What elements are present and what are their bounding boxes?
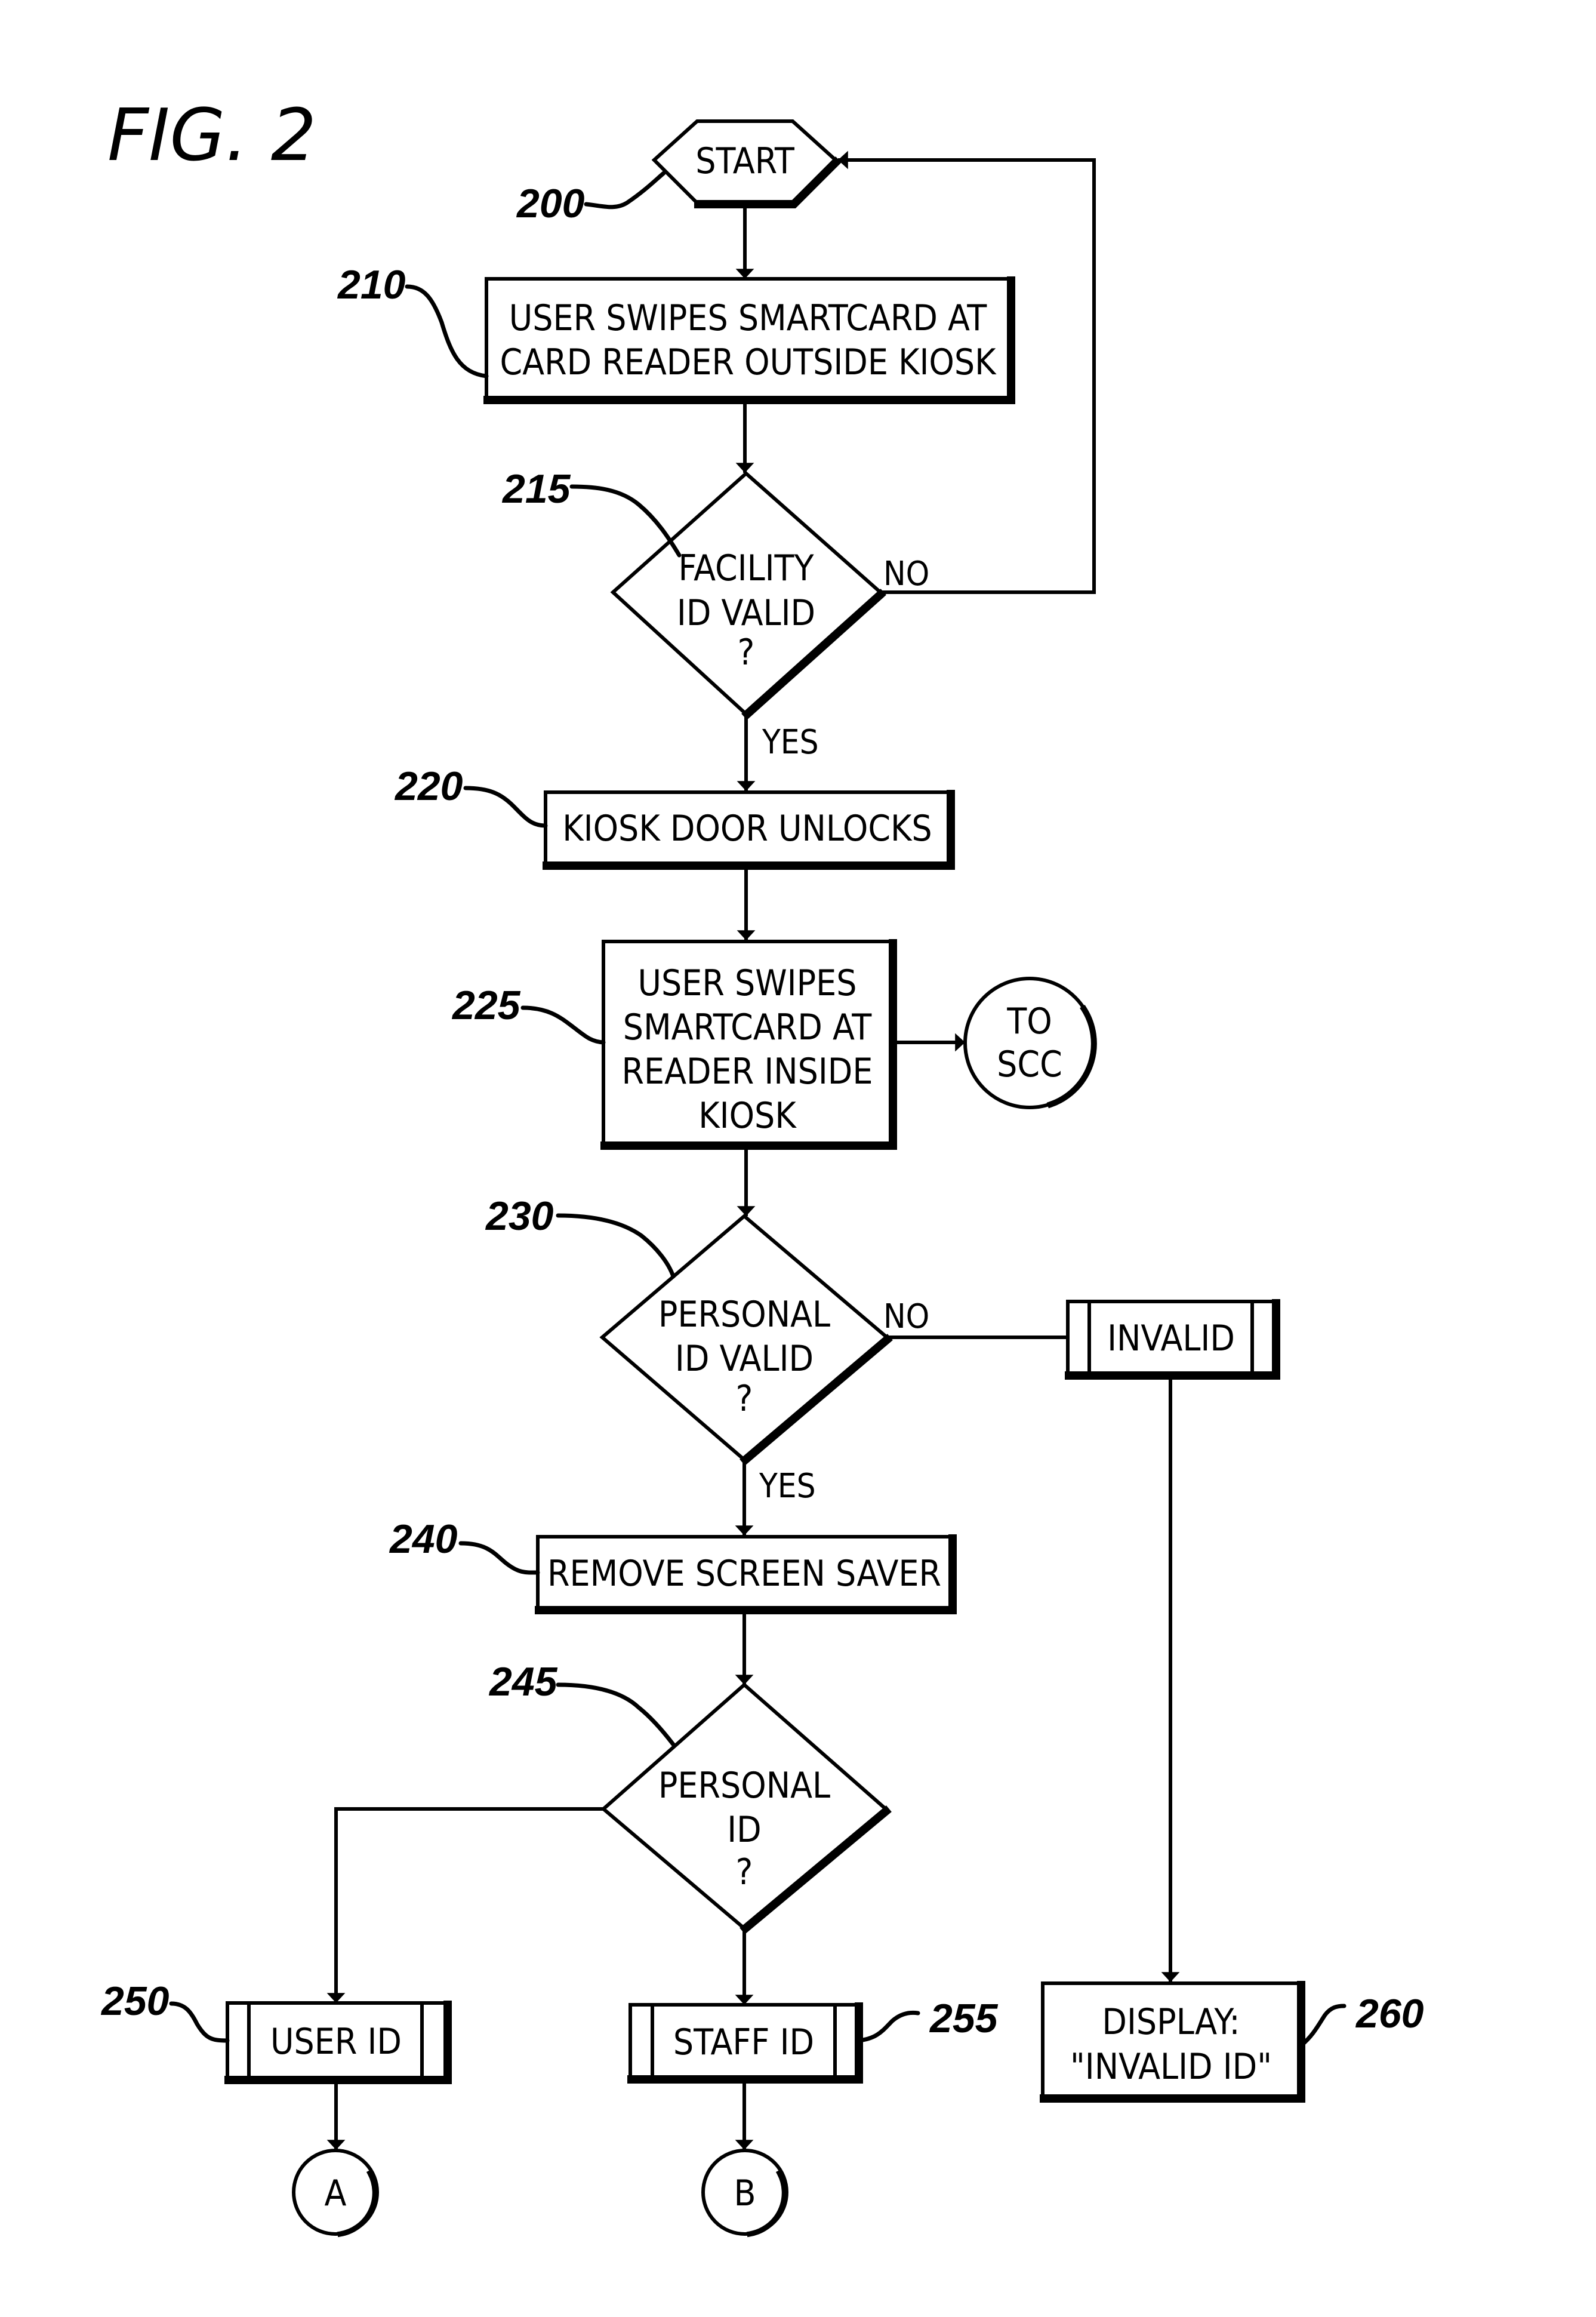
node-260: DISPLAY: "INVALID ID" [1040,1981,1305,2103]
ref-numeral-255: 255 [929,1996,999,2041]
flowchart: FIG. 2 START USER SWIPES SMARTCARD AT CA… [100,94,1424,2238]
node-text-line-2: ID [727,1809,761,1851]
leader-line-220 [463,786,548,828]
leader-line-200 [584,171,666,210]
node-text-line-2: ID VALID [675,1338,814,1380]
node-225: USER SWIPES SMARTCARD AT READER INSIDE K… [600,939,897,1150]
ref-numeral-200: 200 [516,181,585,226]
node-text-line-4: KIOSK [698,1095,797,1137]
connector-to-scc: TO SCC [963,977,1097,1109]
node-255: STAFF ID [627,2002,863,2084]
node-210: USER SWIPES SMARTCARD AT CARD READER OUT… [483,276,1015,404]
node-215-decision: FACILITY ID VALID ? [610,470,886,720]
leader-line-215 [569,484,682,558]
node-text-line-1: PERSONAL [658,1765,830,1807]
figure-title: FIG. 2 [107,94,316,177]
node-240: REMOVE SCREEN SAVER [535,1534,957,1614]
leader-line-240 [458,1541,540,1575]
node-text-line-1: USER SWIPES [637,962,856,1004]
leader-line-225 [520,1005,606,1045]
ref-numeral-225: 225 [451,983,521,1028]
ref-numeral-220: 220 [394,764,463,809]
leader-line-260 [1299,2004,1347,2048]
node-200-start: START [651,119,842,208]
ref-numeral-260: 260 [1355,1991,1424,2036]
ref-numeral-240: 240 [389,1516,458,1562]
node-230-decision: PERSONAL ID VALID ? [599,1214,893,1466]
node-text-line-3: READER INSIDE [622,1051,873,1093]
node-text-line-2: "INVALID ID" [1070,2046,1272,2088]
connector-b: B [701,2149,788,2238]
node-245-decision: PERSONAL ID ? [600,1682,892,1934]
leader-line-255 [856,2010,920,2043]
node-220: KIOSK DOOR UNLOCKS [543,790,955,870]
node-text: B [734,2173,756,2214]
node-text-line-2: CARD READER OUTSIDE KIOSK [500,341,997,383]
ref-numeral-230: 230 [485,1193,554,1239]
node-text-line-3: ? [736,1851,753,1893]
node-text-line-2: SCC [997,1044,1062,1085]
node-text-line-2: ID VALID [677,592,815,634]
node-250: USER ID [224,2001,452,2084]
edge-245-250 [326,1807,603,2003]
branch-label-215-no: NO [883,555,929,593]
node-text-line-1: TO [1006,1001,1052,1042]
ref-numeral-245: 245 [488,1659,558,1704]
node-text: A [325,2173,347,2214]
node-invalid: INVALID [1065,1299,1280,1380]
node-text-line-1: DISPLAY: [1102,2001,1240,2043]
leader-line-230 [556,1213,676,1279]
node-text: USER ID [270,2021,402,2063]
node-text-line-2: SMARTCARD AT [623,1007,872,1048]
ref-numeral-215: 215 [501,466,571,512]
connector-a: A [292,2149,379,2238]
node-text: START [695,140,795,182]
node-text-line-1: USER SWIPES SMARTCARD AT [509,297,988,339]
node-text: KIOSK DOOR UNLOCKS [562,808,932,850]
node-text: STAFF ID [673,2021,814,2063]
node-text: REMOVE SCREEN SAVER [547,1553,941,1595]
node-text-line-1: PERSONAL [658,1294,830,1336]
leader-line-210 [405,284,489,379]
ref-numeral-210: 210 [337,262,406,307]
leader-line-250 [169,2001,230,2043]
branch-label-215-yes: YES [762,723,819,762]
node-text-line-3: ? [736,1378,753,1420]
leader-line-245 [556,1682,676,1747]
node-text: INVALID [1107,1318,1235,1359]
ref-numeral-250: 250 [100,1978,170,2024]
node-text-line-1: FACILITY [679,547,815,589]
node-text-line-3: ? [738,632,755,673]
branch-label-230-yes: YES [759,1467,816,1506]
branch-label-230-no: NO [883,1297,929,1336]
